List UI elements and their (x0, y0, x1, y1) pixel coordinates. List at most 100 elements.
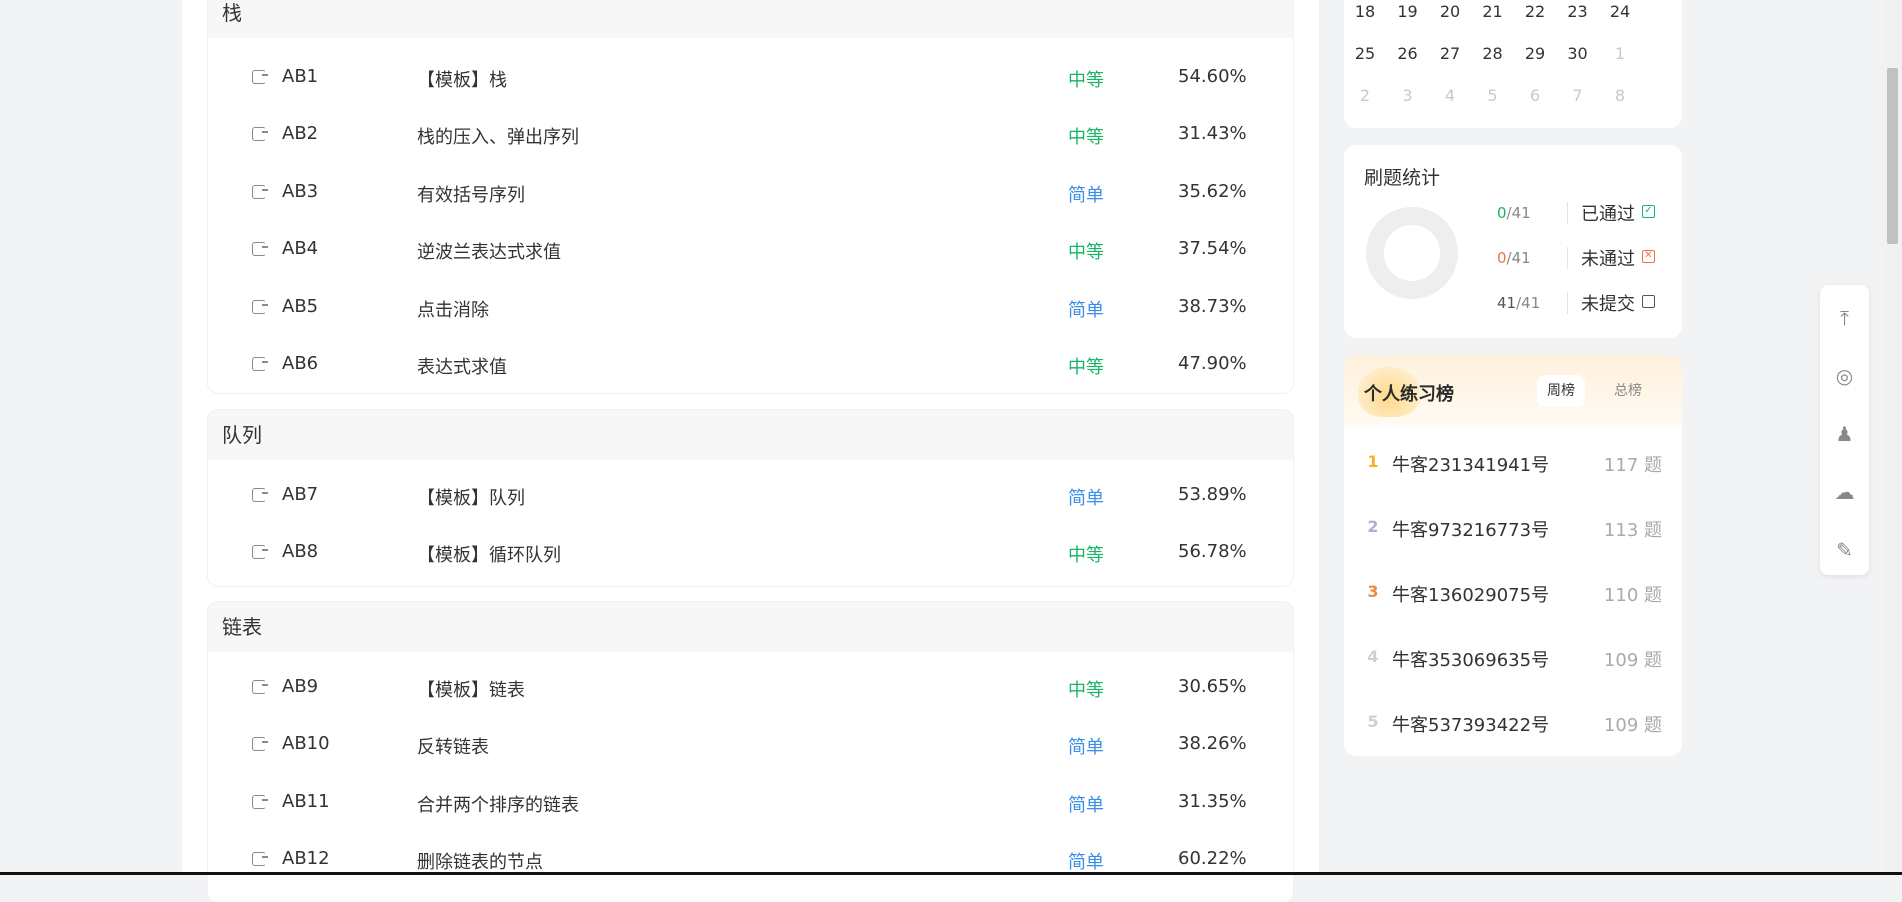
calendar-day[interactable]: 19 (1387, 2, 1429, 21)
calendar-day[interactable]: 25 (1344, 44, 1386, 63)
stats-donut-chart (1366, 207, 1458, 299)
problem-title[interactable]: 有效括号序列 (417, 181, 525, 207)
problem-difficulty: 中等 (1068, 242, 1104, 263)
calendar-day[interactable]: 30 (1557, 44, 1599, 63)
problem-row[interactable]: AB5 点击消除 简单 38.73% (208, 280, 1293, 337)
problem-title[interactable]: 反转链表 (417, 733, 489, 759)
calendar-day[interactable]: 26 (1387, 44, 1429, 63)
problem-pass-rate: 60.22% (1178, 848, 1247, 869)
problem-row[interactable]: AB1 【模板】栈 中等 54.60% (208, 50, 1293, 107)
stat-label: 未通过 (1581, 249, 1635, 270)
problem-id[interactable]: AB7 (282, 484, 318, 505)
problem-row[interactable]: AB7 【模板】队列 简单 53.89% (208, 468, 1293, 525)
problem-difficulty: 中等 (1068, 70, 1104, 91)
ranking-item[interactable]: 3 牛客136029075号 110 题 (1344, 562, 1682, 622)
calendar-day[interactable]: 18 (1344, 2, 1386, 21)
problem-row[interactable]: AB10 反转链表 简单 38.26% (208, 717, 1293, 774)
ranking-item[interactable]: 4 牛客353069635号 109 题 (1344, 627, 1682, 687)
problem-row[interactable]: AB2 栈的压入、弹出序列 中等 31.43% (208, 107, 1293, 164)
problem-row[interactable]: AB6 表达式求值 中等 47.90% (208, 337, 1293, 394)
problem-id[interactable]: AB1 (282, 66, 318, 87)
rank-user-name[interactable]: 牛客136029075号 (1392, 581, 1549, 607)
problem-title[interactable]: 表达式求值 (417, 353, 507, 379)
problem-row[interactable]: AB8 【模板】循环队列 中等 56.78% (208, 525, 1293, 582)
problem-difficulty: 中等 (1068, 680, 1104, 701)
rank-user-name[interactable]: 牛客231341941号 (1392, 451, 1549, 477)
rank-user-name[interactable]: 牛客353069635号 (1392, 646, 1549, 672)
problem-id[interactable]: AB2 (282, 123, 318, 144)
problem-id[interactable]: AB4 (282, 238, 318, 259)
problem-title[interactable]: 逆波兰表达式求值 (417, 238, 561, 264)
problem-row[interactable]: AB12 删除链表的节点 简单 60.22% (208, 832, 1293, 889)
cross-icon: ✕ (1642, 250, 1655, 263)
calendar-day[interactable]: 8 (1599, 86, 1641, 105)
problem-id[interactable]: AB12 (282, 848, 330, 869)
problem-row[interactable]: AB4 逆波兰表达式求值 中等 37.54% (208, 222, 1293, 279)
feedback-icon[interactable]: ✎ (1820, 521, 1869, 579)
problem-status-icon (252, 185, 268, 199)
ranking-item[interactable]: 1 牛客231341941号 117 题 (1344, 432, 1682, 492)
problem-row[interactable]: AB3 有效括号序列 简单 35.62% (208, 165, 1293, 222)
problem-difficulty: 中等 (1068, 127, 1104, 148)
problem-title[interactable]: 合并两个排序的链表 (417, 791, 579, 817)
rank-user-name[interactable]: 牛客537393422号 (1392, 711, 1549, 737)
calendar-day[interactable]: 6 (1514, 86, 1556, 105)
problem-id[interactable]: AB11 (282, 791, 330, 812)
stat-line: 0/41 已通过 ✓ (1497, 198, 1687, 228)
problem-id[interactable]: AB8 (282, 541, 318, 562)
stat-count-value: 41 (1497, 294, 1517, 312)
calendar-day[interactable]: 4 (1429, 86, 1471, 105)
rank-user-name[interactable]: 牛客973216773号 (1392, 516, 1549, 542)
problem-id[interactable]: AB5 (282, 296, 318, 317)
calendar-day[interactable]: 29 (1514, 44, 1556, 63)
problem-title[interactable]: 【模板】循环队列 (417, 541, 561, 567)
problem-title[interactable]: 【模板】栈 (417, 66, 507, 92)
problem-id[interactable]: AB6 (282, 353, 318, 374)
rank-medal-icon: 4 (1367, 647, 1379, 666)
ranking-item[interactable]: 2 牛客973216773号 113 题 (1344, 497, 1682, 557)
calendar-day[interactable]: 1 (1599, 44, 1641, 63)
calendar-day[interactable]: 7 (1557, 86, 1599, 105)
problem-row[interactable]: AB9 【模板】链表 中等 30.65% (208, 660, 1293, 717)
calendar-day[interactable]: 20 (1429, 2, 1471, 21)
wechat-icon[interactable]: ☁ (1820, 463, 1869, 521)
rank-score: 117 题 (1603, 455, 1662, 476)
problem-id[interactable]: AB9 (282, 676, 318, 697)
problem-title[interactable]: 栈的压入、弹出序列 (417, 123, 579, 149)
calendar-day[interactable]: 21 (1472, 2, 1514, 21)
section-title: 链表 (208, 602, 1293, 652)
stat-count-total: /41 (1506, 204, 1531, 222)
calendar-day[interactable]: 2 (1344, 86, 1386, 105)
problem-id[interactable]: AB3 (282, 181, 318, 202)
problem-title[interactable]: 【模板】队列 (417, 484, 525, 510)
problem-row[interactable]: AB11 合并两个排序的链表 简单 31.35% (208, 775, 1293, 832)
calendar-day[interactable]: 3 (1387, 86, 1429, 105)
problem-pass-rate: 54.60% (1178, 66, 1247, 87)
tab-total[interactable]: 总榜 (1604, 375, 1652, 407)
problem-title[interactable]: 点击消除 (417, 296, 489, 322)
ranking-item[interactable]: 5 牛客537393422号 109 题 (1344, 692, 1682, 752)
problem-difficulty: 简单 (1068, 737, 1104, 758)
problem-title[interactable]: 删除链表的节点 (417, 848, 543, 874)
calendar-day[interactable]: 5 (1472, 86, 1514, 105)
calendar-day[interactable]: 24 (1599, 2, 1641, 21)
problem-id[interactable]: AB10 (282, 733, 330, 754)
qq-icon[interactable]: ♟ (1820, 405, 1869, 463)
rank-score: 109 题 (1603, 715, 1662, 736)
back-to-top-icon[interactable]: ⤒ (1820, 289, 1869, 347)
stat-count-total: /41 (1506, 249, 1531, 267)
calendar-day[interactable]: 23 (1557, 2, 1599, 21)
stats-title: 刷题统计 (1364, 167, 1441, 189)
tab-weekly[interactable]: 周榜 (1537, 375, 1585, 407)
stat-count: 41/41 (1497, 294, 1540, 312)
weibo-icon[interactable]: ◎ (1820, 347, 1869, 405)
problem-status-icon (252, 737, 268, 751)
problem-difficulty: 简单 (1068, 852, 1104, 873)
problem-status-icon (252, 852, 268, 866)
scrollbar[interactable] (1883, 0, 1902, 875)
problem-title[interactable]: 【模板】链表 (417, 676, 525, 702)
calendar-day[interactable]: 28 (1472, 44, 1514, 63)
calendar-day[interactable]: 22 (1514, 2, 1556, 21)
scrollbar-thumb[interactable] (1887, 68, 1898, 244)
calendar-day[interactable]: 27 (1429, 44, 1471, 63)
